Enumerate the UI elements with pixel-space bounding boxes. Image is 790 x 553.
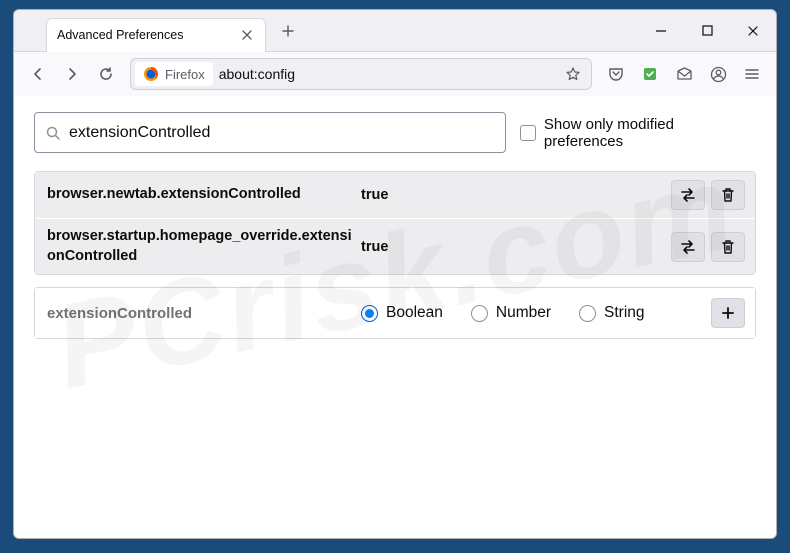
search-row: Show only modified preferences bbox=[34, 112, 756, 153]
search-box[interactable] bbox=[34, 112, 506, 153]
radio-icon bbox=[361, 305, 378, 322]
radio-icon bbox=[579, 305, 596, 322]
mail-icon[interactable] bbox=[670, 60, 698, 88]
tab-title: Advanced Preferences bbox=[57, 28, 239, 42]
url-bar[interactable]: Firefox bbox=[130, 58, 592, 90]
toggle-button[interactable] bbox=[671, 232, 705, 262]
preference-name: browser.startup.homepage_override.extens… bbox=[47, 227, 355, 266]
new-tab-button[interactable] bbox=[272, 15, 304, 47]
type-radio-group: Boolean Number String bbox=[355, 304, 711, 322]
preference-table: browser.newtab.extensionControlled true … bbox=[34, 171, 756, 275]
active-tab[interactable]: Advanced Preferences bbox=[46, 18, 266, 52]
url-input[interactable] bbox=[219, 66, 559, 82]
add-preference-section: extensionControlled Boolean Number Strin… bbox=[34, 287, 756, 339]
delete-button[interactable] bbox=[711, 180, 745, 210]
preference-actions bbox=[671, 180, 745, 210]
app-menu-button[interactable] bbox=[736, 58, 768, 90]
bookmark-star-icon[interactable] bbox=[559, 60, 587, 88]
checkbox-icon bbox=[520, 125, 536, 141]
preference-value: true bbox=[355, 187, 671, 203]
type-radio-number[interactable]: Number bbox=[471, 304, 551, 322]
type-radio-boolean[interactable]: Boolean bbox=[361, 304, 443, 322]
about-config-content: Show only modified preferences browser.n… bbox=[14, 96, 776, 538]
titlebar: Advanced Preferences bbox=[14, 10, 776, 52]
tab-strip: Advanced Preferences bbox=[14, 10, 304, 52]
type-radio-string[interactable]: String bbox=[579, 304, 645, 322]
extension-icon[interactable] bbox=[636, 60, 664, 88]
radio-icon bbox=[471, 305, 488, 322]
toggle-button[interactable] bbox=[671, 180, 705, 210]
browser-window: Advanced Preferences Firefox bbox=[13, 9, 777, 539]
minimize-button[interactable] bbox=[638, 10, 684, 52]
preference-value: true bbox=[355, 239, 671, 255]
search-icon bbox=[45, 125, 61, 141]
maximize-button[interactable] bbox=[684, 10, 730, 52]
preference-actions bbox=[671, 232, 745, 262]
preference-row[interactable]: browser.startup.homepage_override.extens… bbox=[35, 219, 755, 274]
forward-button[interactable] bbox=[56, 58, 88, 90]
close-window-button[interactable] bbox=[730, 10, 776, 52]
pocket-icon[interactable] bbox=[602, 60, 630, 88]
back-button[interactable] bbox=[22, 58, 54, 90]
modified-only-label: Show only modified preferences bbox=[544, 116, 756, 150]
identity-box[interactable]: Firefox bbox=[135, 62, 213, 86]
radio-label: Number bbox=[496, 304, 551, 322]
add-preference-row: extensionControlled Boolean Number Strin… bbox=[35, 288, 755, 338]
firefox-logo-icon bbox=[143, 66, 159, 82]
delete-button[interactable] bbox=[711, 232, 745, 262]
search-input[interactable] bbox=[69, 124, 495, 142]
preference-name: browser.newtab.extensionControlled bbox=[47, 185, 355, 205]
radio-label: String bbox=[604, 304, 645, 322]
reload-button[interactable] bbox=[90, 58, 122, 90]
radio-label: Boolean bbox=[386, 304, 443, 322]
new-preference-name: extensionControlled bbox=[47, 305, 355, 322]
close-tab-icon[interactable] bbox=[239, 27, 255, 43]
identity-label: Firefox bbox=[165, 67, 205, 82]
modified-only-toggle[interactable]: Show only modified preferences bbox=[520, 116, 756, 150]
account-icon[interactable] bbox=[704, 60, 732, 88]
add-button[interactable] bbox=[711, 298, 745, 328]
window-controls bbox=[638, 10, 776, 52]
navigation-toolbar: Firefox bbox=[14, 52, 776, 96]
preference-row[interactable]: browser.newtab.extensionControlled true bbox=[35, 172, 755, 219]
